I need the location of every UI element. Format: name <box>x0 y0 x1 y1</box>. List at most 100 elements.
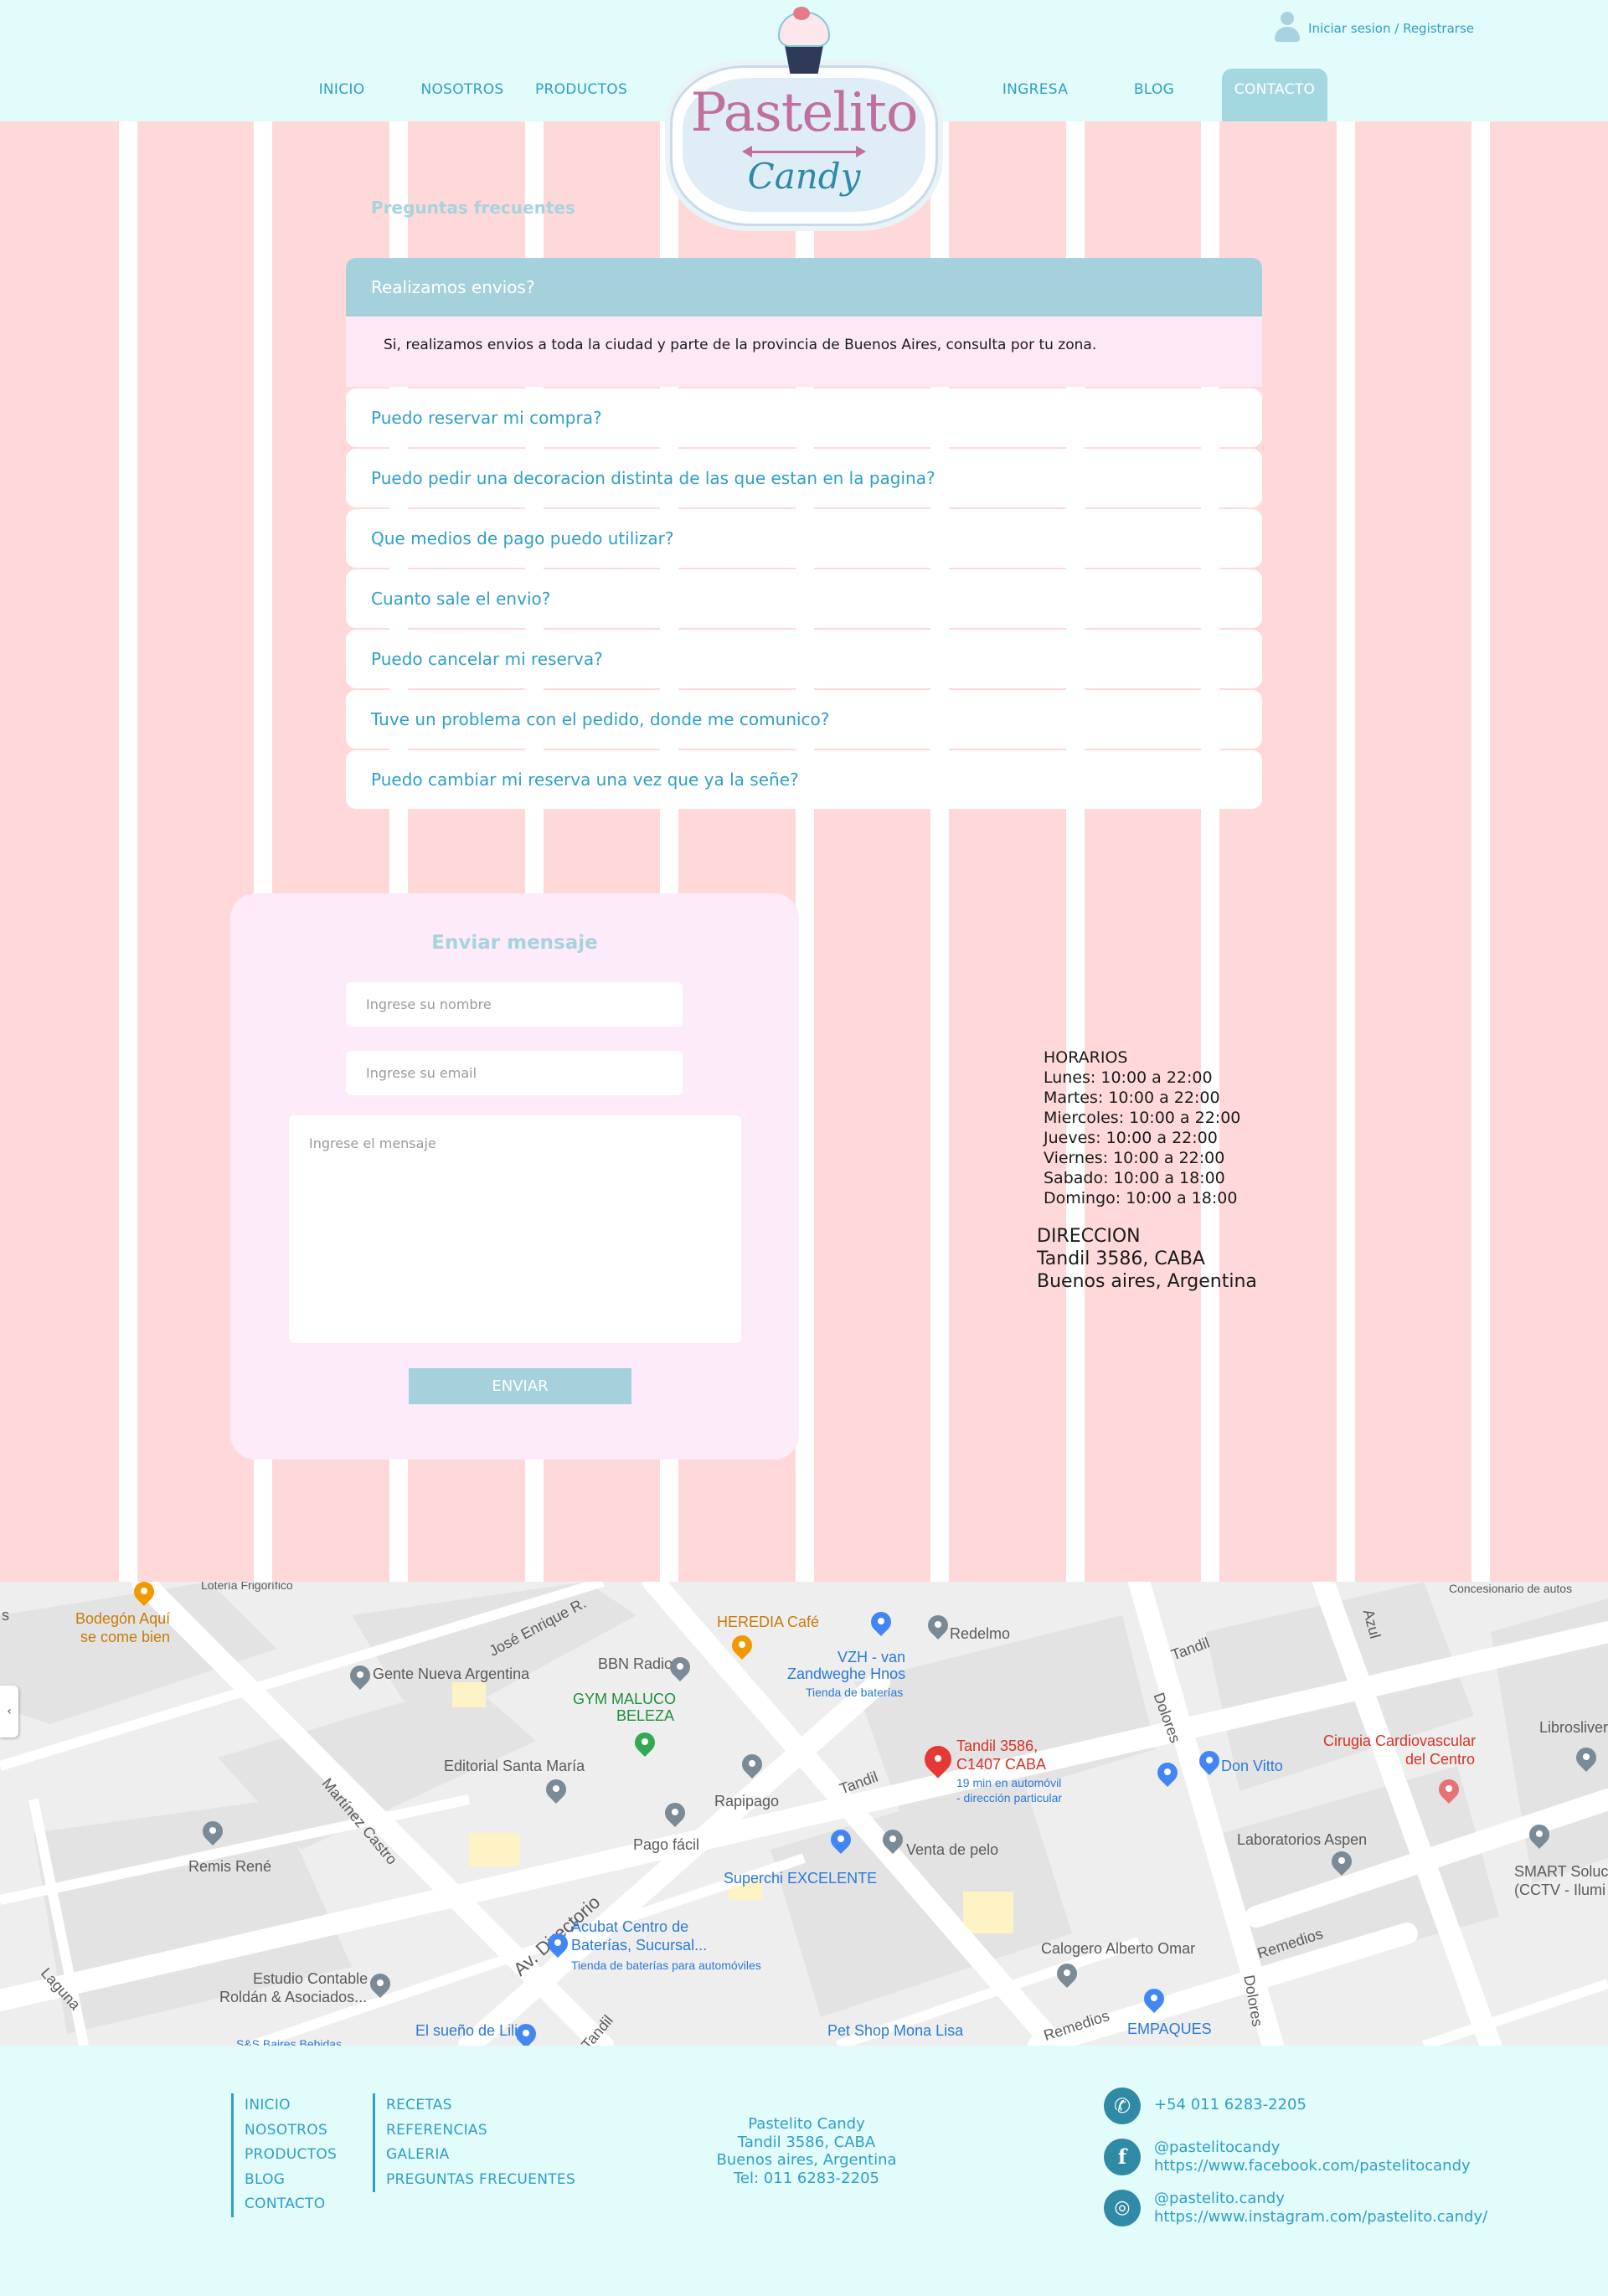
map-label: s <box>2 1607 9 1624</box>
place-pin-icon[interactable] <box>879 1825 907 1855</box>
faq-question[interactable]: Realizamos envios? <box>346 258 1262 317</box>
hours-line: Lunes: 10:00 a 22:00 <box>1044 1068 1213 1087</box>
map-label: se come bien <box>80 1629 171 1645</box>
shop-pin-icon[interactable] <box>1140 1985 1168 2014</box>
logo-title: Pastelito <box>690 82 919 144</box>
shop-pin-icon[interactable] <box>867 1608 895 1637</box>
map-label: (CCTV - Ilumi <box>1514 1882 1605 1898</box>
map-streets <box>0 1582 1608 2046</box>
map-label: Calogero Alberto Omar <box>1041 1940 1196 1957</box>
instagram-contact[interactable]: ◎ @pastelito.candy https://www.instagram… <box>1104 2190 1487 2227</box>
hours-line: Martes: 10:00 a 22:00 <box>1044 1089 1220 1107</box>
place-pin-icon[interactable] <box>1572 1743 1600 1773</box>
footer-link-galeria[interactable]: GALERIA <box>386 2143 575 2168</box>
faq-accordion: Realizamos envios? Si, realizamos envios… <box>346 258 1262 811</box>
footer-link-productos[interactable]: PRODUCTOS <box>245 2143 337 2168</box>
name-input[interactable] <box>346 982 683 1027</box>
user-icon <box>1275 12 1301 45</box>
map-label: Librosliver <box>1539 1719 1608 1736</box>
address-line: Buenos aires, Argentina <box>1037 1271 1257 1292</box>
place-pin-icon[interactable] <box>666 1653 694 1682</box>
map-label: BELEZA <box>616 1707 675 1724</box>
faq-question[interactable]: Tuve un problema con el pedido, donde me… <box>346 690 1262 749</box>
map-label: Lotería Frigorífico <box>201 1582 293 1592</box>
background-stripe <box>119 121 137 1582</box>
faq-question[interactable]: Que medios de pago puedo utilizar? <box>346 509 1262 568</box>
site-logo[interactable]: Pastelito Candy <box>666 7 942 226</box>
instagram-handle: @pastelito.candy <box>1154 2190 1285 2207</box>
nav-inicio[interactable]: INICIO <box>308 79 375 100</box>
hospital-pin-icon[interactable] <box>1435 1775 1463 1804</box>
instagram-url[interactable]: https://www.instagram.com/pastelito.cand… <box>1154 2208 1487 2227</box>
faq-question[interactable]: Puedo cambiar mi reserva una vez que ya … <box>346 750 1262 809</box>
footer-link-nosotros[interactable]: NOSOTROS <box>245 2118 337 2144</box>
collapse-panel-button[interactable]: ‹ <box>0 1686 18 1737</box>
shop-pin-icon[interactable] <box>544 1929 572 1959</box>
facebook-url[interactable]: https://www.facebook.com/pastelitocandy <box>1154 2157 1471 2175</box>
map-label: SMART Soluci <box>1514 1863 1608 1880</box>
shop-pin-icon[interactable] <box>512 2020 540 2046</box>
footer-link-blog[interactable]: BLOG <box>245 2168 337 2193</box>
whatsapp-contact[interactable]: ✆ +54 011 6283-2205 <box>1104 2088 1306 2124</box>
nav-nosotros[interactable]: NOSOTROS <box>415 79 509 100</box>
message-textarea[interactable] <box>289 1115 741 1343</box>
footer-link-contacto[interactable]: CONTACTO <box>245 2192 337 2217</box>
shop-pin-icon[interactable] <box>1195 1747 1224 1776</box>
contact-section: Preguntas frecuentes Realizamos envios? … <box>0 121 1608 1582</box>
login-link[interactable]: Iniciar sesion / Registrarse <box>1275 12 1474 45</box>
place-pin-icon[interactable] <box>366 1969 394 1999</box>
email-input[interactable] <box>346 1051 683 1095</box>
facebook-text: @pastelitocandy https://www.facebook.com… <box>1154 2139 1471 2175</box>
map-label: Roldán & Asociados... <box>219 1989 368 2005</box>
faq-question[interactable]: Puedo reservar mi compra? <box>346 389 1262 447</box>
cupcake-icon <box>776 7 832 75</box>
map-label: C1407 CABA <box>956 1756 1047 1773</box>
faq-question[interactable]: Puedo cancelar mi reserva? <box>346 630 1262 688</box>
map-label: Bodegón Aquí <box>75 1610 171 1627</box>
map-label: Estudio Contable <box>253 1970 368 1987</box>
whatsapp-number: +54 011 6283-2205 <box>1154 2096 1306 2113</box>
footer-link-preguntas[interactable]: PREGUNTAS FRECUENTES <box>386 2168 575 2193</box>
place-pin-icon[interactable] <box>198 1817 227 1846</box>
map-label: Tienda de baterías para automóviles <box>571 1959 761 1972</box>
cafe-pin-icon[interactable] <box>728 1631 756 1660</box>
place-pin-icon[interactable] <box>1525 1820 1554 1850</box>
map-label: Laboratorios Aspen <box>1237 1831 1368 1848</box>
place-pin-icon[interactable] <box>542 1775 570 1804</box>
gym-pin-icon[interactable] <box>631 1728 659 1758</box>
hours-line: Miercoles: 10:00 a 22:00 <box>1044 1109 1241 1127</box>
place-pin-icon[interactable] <box>924 1611 952 1640</box>
hours-line: Jueves: 10:00 a 22:00 <box>1044 1129 1218 1147</box>
faq-question[interactable]: Cuanto sale el envio? <box>346 569 1262 628</box>
nav-ingresa[interactable]: INGRESA <box>993 79 1077 100</box>
send-button[interactable]: ENVIAR <box>409 1368 631 1404</box>
place-pin-icon[interactable] <box>661 1799 689 1828</box>
place-pin-icon[interactable] <box>1053 1959 1081 1989</box>
destination-pin-icon[interactable] <box>919 1740 957 1779</box>
shop-pin-icon[interactable] <box>827 1825 855 1855</box>
place-pin-icon[interactable] <box>1327 1847 1356 1876</box>
footer-link-referencias[interactable]: REFERENCIAS <box>386 2118 575 2144</box>
map-label: Superchi EXCELENTE <box>724 1870 878 1887</box>
facebook-icon: f <box>1104 2139 1141 2175</box>
church-pin-icon[interactable] <box>346 1661 374 1691</box>
footer-link-recetas[interactable]: RECETAS <box>386 2093 575 2118</box>
location-map[interactable]: ‹ Lotería Frigorífico Bodegón Aquí se co… <box>0 1582 1608 2046</box>
site-footer: INICIO NOSOTROS PRODUCTOS BLOG CONTACTO … <box>0 2046 1608 2296</box>
nav-blog[interactable]: BLOG <box>1121 79 1188 100</box>
shop-pin-icon[interactable] <box>1153 1758 1182 1788</box>
nav-productos[interactable]: PRODUCTOS <box>531 79 631 100</box>
footer-link-inicio[interactable]: INICIO <box>245 2093 337 2118</box>
place-pin-icon[interactable] <box>738 1750 766 1779</box>
map-label: del Centro <box>1405 1751 1476 1768</box>
form-title: Enviar mensaje <box>431 932 598 954</box>
facebook-contact[interactable]: f @pastelitocandy https://www.facebook.c… <box>1104 2139 1471 2175</box>
hours-line: Sabado: 10:00 a 18:00 <box>1044 1169 1225 1187</box>
address-line: Tandil 3586, CABA <box>1037 1248 1205 1269</box>
background-stripe <box>1471 121 1490 1582</box>
hours-line: Domingo: 10:00 a 18:00 <box>1044 1189 1238 1207</box>
faq-question[interactable]: Puedo pedir una decoracion distinta de l… <box>346 449 1262 507</box>
map-label: Don Vitto <box>1221 1758 1283 1774</box>
nav-contacto[interactable]: CONTACTO <box>1222 69 1327 121</box>
food-pin-icon[interactable] <box>130 1582 158 1607</box>
